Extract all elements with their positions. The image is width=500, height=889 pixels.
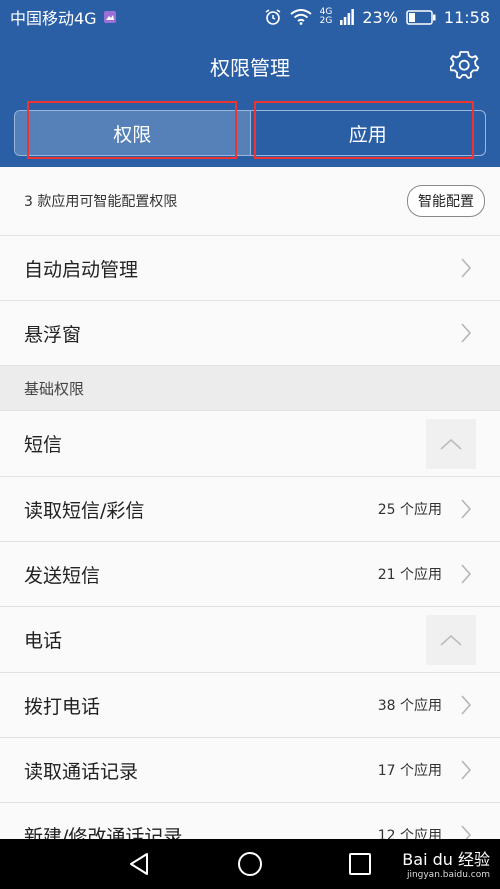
list-item-read-sms[interactable]: 读取短信/彩信 25 个应用 xyxy=(0,477,500,542)
image-notification-icon xyxy=(103,11,116,23)
battery-icon xyxy=(406,9,436,25)
watermark: Bai du 经验 jingyan.baidu.com xyxy=(402,846,490,880)
chevron-right-icon xyxy=(461,323,472,343)
home-icon[interactable] xyxy=(237,851,263,877)
highlight-box-apps xyxy=(254,101,474,159)
recent-apps-icon[interactable] xyxy=(349,853,371,875)
page-title: 权限管理 xyxy=(210,56,290,80)
chevron-right-icon xyxy=(461,760,472,780)
wifi-icon xyxy=(290,9,312,25)
list-item-floating-window[interactable]: 悬浮窗 xyxy=(0,301,500,366)
permission-list: 自动启动管理 悬浮窗 基础权限 短信 读取短信/彩信 25 个应用 发送短信 2… xyxy=(0,236,500,868)
signal-icon xyxy=(340,9,355,25)
list-item-send-sms[interactable]: 发送短信 21 个应用 xyxy=(0,542,500,607)
battery-percent: 23% xyxy=(362,7,398,27)
category-phone[interactable]: 电话 xyxy=(0,607,500,673)
watermark-site: jingyan.baidu.com xyxy=(406,870,490,880)
chevron-up-icon xyxy=(440,634,462,646)
header: 中国移动4G 4G 2G 23% 11:58 权限管理 权限 应用 xyxy=(0,0,500,167)
smart-config-summary: 3 款应用可智能配置权限 智能配置 xyxy=(0,167,500,236)
app-count: 17 个应用 xyxy=(377,763,442,779)
chevron-right-icon xyxy=(461,499,472,519)
status-bar: 中国移动4G 4G 2G 23% 11:58 xyxy=(0,0,500,34)
app-count: 21 个应用 xyxy=(377,567,442,583)
watermark-brand: Bai du 经验 xyxy=(402,850,490,869)
summary-text: 3 款应用可智能配置权限 xyxy=(24,194,178,210)
app-count: 25 个应用 xyxy=(377,502,442,518)
alarm-icon xyxy=(265,9,281,25)
chevron-right-icon xyxy=(461,564,472,584)
category-sms[interactable]: 短信 xyxy=(0,411,500,477)
chevron-right-icon xyxy=(461,695,472,715)
back-icon[interactable] xyxy=(127,852,151,876)
highlight-box-permissions xyxy=(27,101,237,159)
chevron-up-icon xyxy=(440,438,462,450)
collapse-toggle[interactable] xyxy=(426,418,476,469)
clock: 11:58 xyxy=(443,7,490,27)
carrier-label: 中国移动4G xyxy=(10,9,97,28)
list-item-read-call-log[interactable]: 读取通话记录 17 个应用 xyxy=(0,738,500,803)
collapse-toggle[interactable] xyxy=(426,614,476,665)
gear-icon[interactable] xyxy=(450,50,480,80)
app-count: 38 个应用 xyxy=(377,698,442,714)
network-2g-label: 2G xyxy=(319,16,333,26)
section-header-basic: 基础权限 xyxy=(0,366,500,411)
chevron-right-icon xyxy=(461,258,472,278)
smart-config-button[interactable]: 智能配置 xyxy=(407,185,485,217)
list-item-autostart[interactable]: 自动启动管理 xyxy=(0,236,500,301)
list-item-make-call[interactable]: 拨打电话 38 个应用 xyxy=(0,673,500,738)
